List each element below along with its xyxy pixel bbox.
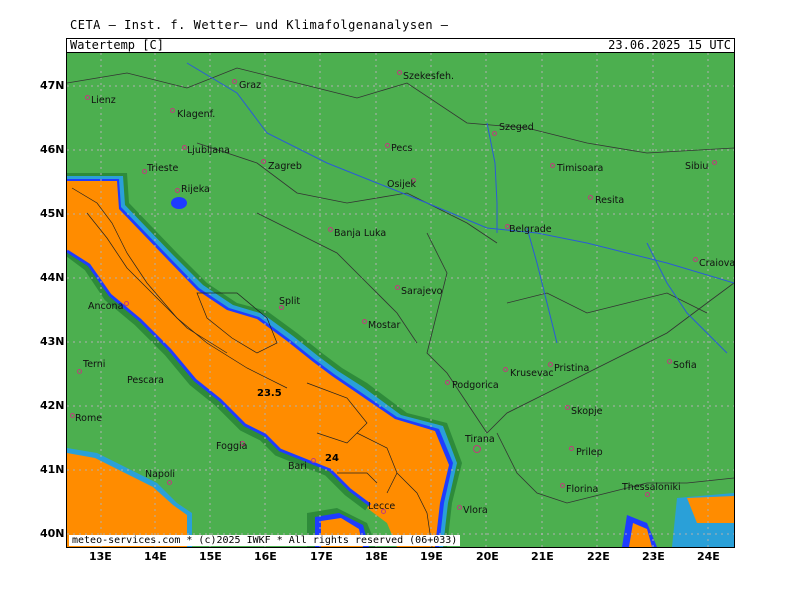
city-marker (261, 159, 266, 164)
city-mostar: Mostar (368, 320, 401, 331)
city-ljubljana: Ljubljana (187, 145, 230, 156)
city-florina: Florina (566, 484, 599, 495)
parameter-label: Watertemp [C] (70, 38, 164, 52)
city-ancona: Ancona (88, 301, 124, 312)
city-lecce: Lecce (368, 501, 396, 512)
city-craiova: Craiova (699, 258, 735, 269)
city-marker (588, 195, 593, 200)
lon-label-16e: 16E (254, 550, 277, 563)
city-szekesfeh: Szekesfeh. (403, 71, 455, 82)
lat-label-45n: 45N (40, 207, 65, 220)
city-tirana: Tirana (465, 434, 495, 445)
contour-label-24: 24 (325, 453, 339, 464)
city-trieste: Trieste (147, 163, 179, 174)
tirana-marker (473, 445, 481, 453)
city-timisoara: Timisoara (557, 163, 604, 174)
city-marker (397, 70, 402, 75)
city-banja-luka: Banja Luka (334, 228, 387, 239)
city-pecs: Pecs (391, 143, 413, 154)
city-krusevac: Krusevac (510, 368, 554, 379)
city-marker (667, 359, 672, 364)
lon-label-15e: 15E (199, 550, 222, 563)
city-marker (167, 480, 172, 485)
lat-label-47n: 47N (40, 79, 65, 92)
city-marker (385, 143, 390, 148)
lat-label-42n: 42N (40, 399, 65, 412)
city-marker (328, 227, 333, 232)
city-resita: Resita (595, 195, 625, 206)
city-vlora: Vlora (463, 505, 488, 516)
lon-label-20e: 20E (476, 550, 499, 563)
institute-header: CETA — Inst. f. Wetter— und Klimafolgena… (70, 18, 449, 32)
city-osijek: Osijek (387, 179, 417, 190)
city-rijeka: Rijeka (181, 184, 210, 195)
city-split: Split (279, 296, 301, 307)
city-napoli: Napoli (145, 469, 176, 480)
city-marker (693, 257, 698, 262)
city-szeged: Szeged (499, 122, 534, 133)
lat-label-46n: 46N (40, 143, 65, 156)
city-marker (492, 131, 497, 136)
city-foggia: Foggia (216, 441, 248, 452)
lon-label-18e: 18E (365, 550, 388, 563)
city-marker (311, 458, 316, 463)
city-marker (232, 79, 237, 84)
city-marker (712, 160, 717, 165)
city-marker (457, 505, 462, 510)
city-marker (560, 483, 565, 488)
city-thessaloniki: Thessaloniki (622, 482, 681, 493)
lat-label-40n: 40N (40, 527, 65, 540)
city-marker (170, 108, 175, 113)
lon-label-22e: 22E (587, 550, 610, 563)
lon-label-23e: 23E (642, 550, 665, 563)
city-pescara: Pescara (127, 375, 164, 386)
city-lienz: Lienz (91, 95, 116, 106)
city-skopje: Skopje (571, 406, 603, 417)
city-belgrade: Belgrade (509, 224, 552, 235)
lat-label-44n: 44N (40, 271, 65, 284)
city-graz: Graz (239, 80, 262, 91)
city-sibiu: Sibiu (685, 161, 709, 172)
city-rome: Rome (75, 413, 103, 424)
city-terni: Terni (83, 359, 106, 370)
title-bar: Watertemp [C] 23.06.2025 15 UTC (66, 38, 735, 53)
lon-label-14e: 14E (144, 550, 167, 563)
city-podgorica: Podgorica (452, 380, 499, 391)
city-marker (569, 446, 574, 451)
lon-label-19e: 19E (420, 550, 443, 563)
lat-label-41n: 41N (40, 463, 65, 476)
city-marker (124, 301, 129, 306)
lat-label-43n: 43N (40, 335, 65, 348)
city-sofia: Sofia (673, 360, 697, 371)
map-panel: 23.5 24 Lienz Graz Szekesfeh. Klagenf. S… (66, 52, 735, 548)
city-zagreb: Zagreb (268, 161, 302, 172)
lon-label-17e: 17E (310, 550, 333, 563)
copyright-credit: meteo-services.com * (c)2025 IWKF * All … (69, 535, 461, 546)
city-marker (565, 405, 570, 410)
contour-label-23-5: 23.5 (257, 388, 282, 399)
city-marker (85, 95, 90, 100)
city-marker (175, 188, 180, 193)
city-marker (548, 362, 553, 367)
lon-label-24e: 24E (697, 550, 720, 563)
city-pristina: Pristina (554, 363, 590, 374)
city-marker (395, 285, 400, 290)
city-marker (445, 380, 450, 385)
city-prilep: Prilep (576, 447, 603, 458)
city-bari: Bari (288, 461, 307, 472)
datetime-label: 23.06.2025 15 UTC (608, 38, 731, 52)
city-sarajevo: Sarajevo (401, 286, 443, 297)
lon-label-13e: 13E (89, 550, 112, 563)
city-marker (550, 163, 555, 168)
city-klagenf: Klagenf. (177, 109, 216, 120)
city-marker (77, 369, 82, 374)
lon-label-21e: 21E (531, 550, 554, 563)
city-marker (503, 367, 508, 372)
city-marker (362, 319, 367, 324)
